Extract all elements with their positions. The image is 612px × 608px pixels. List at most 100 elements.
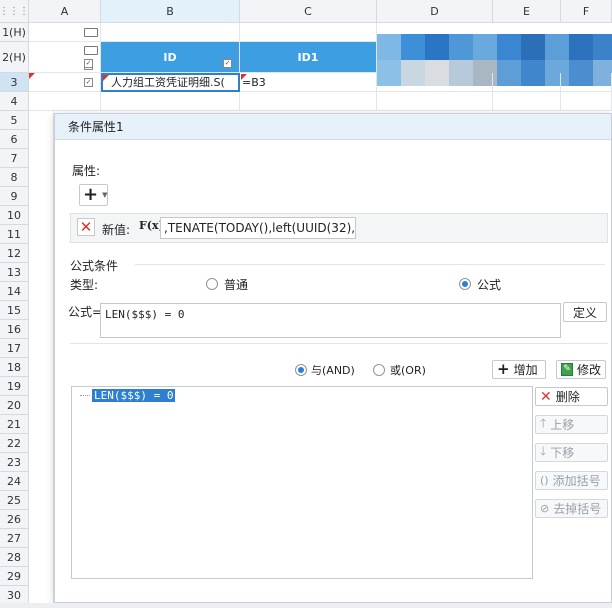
cell-c1[interactable] (240, 23, 377, 42)
row-header[interactable]: 16 (0, 320, 29, 339)
checkbox-icon: ✓ (84, 59, 93, 68)
row-header[interactable]: 13 (0, 263, 29, 282)
modify-button[interactable]: ✎ 修改 (556, 360, 606, 379)
new-value-formula-input[interactable]: ,TENATE(TODAY(),left(UUID(32),9)) (160, 217, 356, 239)
type-formula-radio[interactable] (459, 278, 471, 290)
row-header[interactable]: 19 (0, 377, 29, 396)
group-divider (135, 264, 605, 265)
comment-marker-icon (241, 74, 247, 80)
row-header[interactable]: 14 (0, 282, 29, 301)
row-header[interactable]: 22 (0, 434, 29, 453)
type-label: 类型: (70, 278, 99, 292)
modify-button-label: 修改 (576, 363, 601, 377)
cell-a2[interactable]: ✓ (29, 42, 101, 73)
cell-f3[interactable] (561, 73, 612, 92)
row-header[interactable]: 10 (0, 206, 29, 225)
plus-icon: + (83, 184, 99, 205)
add-bracket-button-label: 添加括号 (552, 474, 601, 488)
arrow-up-icon: 🡑 (540, 416, 547, 430)
new-value-label: 新值: (102, 223, 131, 237)
cell-b3-active[interactable]: 人力组工资凭证明细.S( (101, 73, 240, 92)
condition-list[interactable]: LEN($$$) = 0 (71, 386, 533, 579)
row-header[interactable]: 27 (0, 529, 29, 548)
delete-button[interactable]: ✕ 删除 (535, 387, 608, 406)
move-up-button-label: 上移 (550, 418, 575, 432)
cell-d4[interactable] (377, 92, 493, 111)
column-header-f[interactable]: F (561, 0, 612, 23)
cell-f4[interactable] (561, 92, 612, 111)
condition-list-item[interactable]: LEN($$$) = 0 (92, 389, 176, 402)
formula-input[interactable]: LEN($$$) = 0 (100, 303, 561, 338)
and-radio[interactable] (295, 364, 307, 376)
horizontal-scrollbar[interactable] (0, 603, 612, 608)
row-header[interactable]: 4 (0, 92, 29, 111)
cell-c3[interactable]: =B3 (240, 73, 377, 92)
add-property-button[interactable]: + ▼ (79, 184, 108, 206)
tree-line (80, 395, 90, 396)
row-header[interactable]: 7 (0, 149, 29, 168)
add-bracket-button[interactable]: () 添加括号 (535, 471, 608, 490)
formula-condition-label: 公式条件 (70, 259, 119, 273)
cell-b1[interactable] (101, 23, 240, 42)
column-header-c[interactable]: C (240, 0, 377, 23)
new-value-row: ✕ 新值: F(x) ,TENATE(TODAY(),left(UUID(32)… (70, 213, 608, 243)
cell-c4[interactable] (240, 92, 377, 111)
row-header[interactable]: 20 (0, 396, 29, 415)
row-header[interactable]: 12 (0, 244, 29, 263)
row-header[interactable]: 6 (0, 130, 29, 149)
row-type-icon (84, 28, 98, 37)
column-header-a[interactable]: A (29, 0, 101, 23)
delete-icon: ✕ (540, 388, 552, 405)
cell-a3[interactable]: ✓ (29, 73, 101, 92)
column-header-e[interactable]: E (493, 0, 561, 23)
cell-d3[interactable] (377, 73, 493, 92)
add-button[interactable]: + 增加 (492, 360, 546, 379)
row-header[interactable]: 9 (0, 187, 29, 206)
row-header[interactable]: 15 (0, 301, 29, 320)
cell-a1[interactable] (29, 23, 101, 42)
checkbox-icon: ✓ (223, 59, 232, 68)
cell-e4[interactable] (493, 92, 561, 111)
checkbox-icon: ✓ (84, 78, 93, 87)
plus-icon: + (497, 360, 510, 378)
row-header[interactable]: 29 (0, 567, 29, 586)
row-header[interactable]: 1(H) (0, 23, 29, 42)
and-label: 与(AND) (311, 364, 355, 377)
row-header[interactable]: 21 (0, 415, 29, 434)
move-down-button[interactable]: 🡓 下移 (535, 443, 608, 462)
column-header-b[interactable]: B (101, 0, 240, 23)
section-divider (70, 343, 608, 344)
delete-button-label: 删除 (555, 390, 580, 404)
row-header[interactable]: 28 (0, 548, 29, 567)
row-header[interactable]: 3 (0, 73, 29, 92)
row-header[interactable]: 11 (0, 225, 29, 244)
row-header[interactable]: 25 (0, 491, 29, 510)
row-header[interactable]: 17 (0, 339, 29, 358)
close-icon[interactable]: ✕ (77, 218, 95, 236)
row-header[interactable]: 18 (0, 358, 29, 377)
remove-bracket-button-label: 去掉括号 (553, 502, 602, 516)
row-header[interactable]: 8 (0, 168, 29, 187)
row-header[interactable]: 26 (0, 510, 29, 529)
cell-b2-header[interactable]: ID (101, 42, 240, 73)
remove-bracket-button[interactable]: ⊘ 去掉括号 (535, 499, 608, 518)
select-all-corner[interactable]: ⋮⋮⋮ (0, 0, 29, 23)
column-header-d[interactable]: D (377, 0, 493, 23)
cell-c2-header[interactable]: ID1 (240, 42, 377, 73)
row-header[interactable]: 23 (0, 453, 29, 472)
move-up-button[interactable]: 🡑 上移 (535, 415, 608, 434)
column-a-lower[interactable] (29, 111, 54, 608)
formula-label: 公式= (68, 305, 103, 319)
row-header[interactable]: 2(H) (0, 42, 29, 73)
cell-a4[interactable] (29, 92, 101, 111)
properties-label: 属性: (72, 164, 101, 178)
cell-b4[interactable] (101, 92, 240, 111)
type-normal-radio[interactable] (206, 278, 218, 290)
type-normal-label: 普通 (224, 278, 249, 292)
define-button[interactable]: 定义 (563, 302, 607, 322)
or-radio[interactable] (373, 364, 385, 376)
row-type-icon (84, 46, 98, 55)
row-header[interactable]: 24 (0, 472, 29, 491)
cell-e3[interactable] (493, 73, 561, 92)
row-header[interactable]: 5 (0, 111, 29, 130)
